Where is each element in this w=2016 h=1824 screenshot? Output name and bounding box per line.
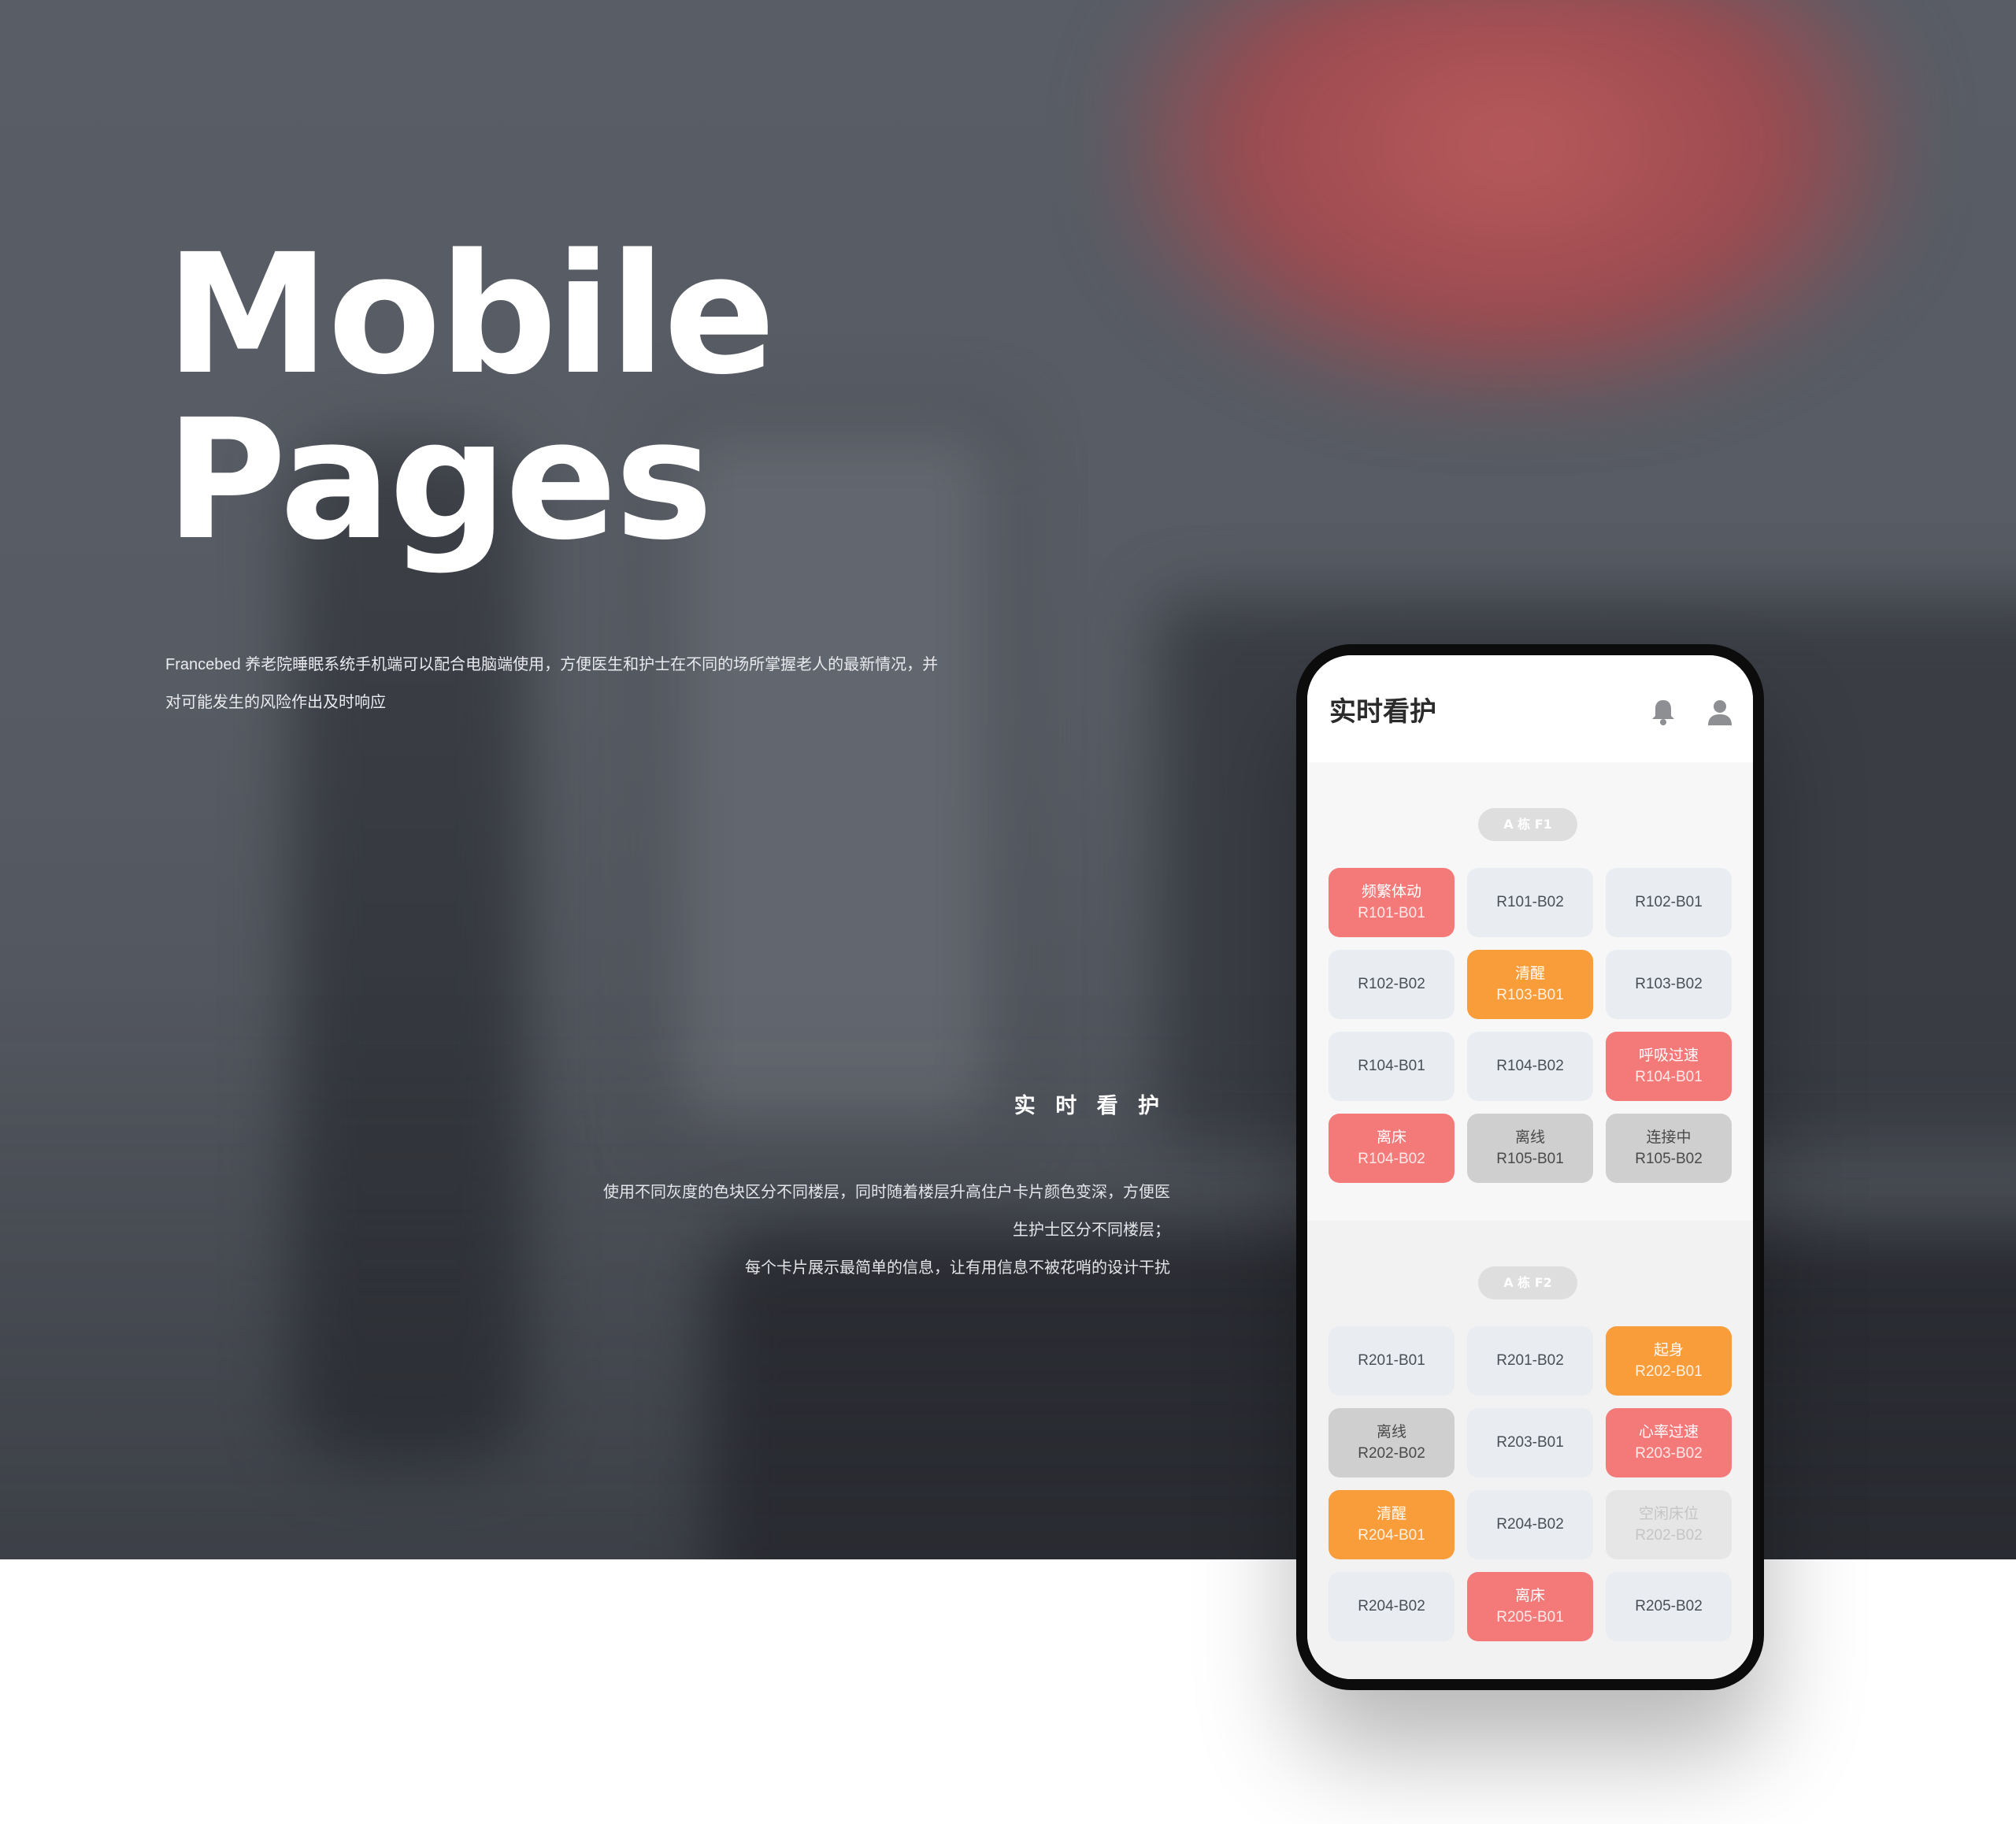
bed-id: R101-B02 [1496, 894, 1564, 910]
bed-grid: 频繁体动 R101-B01 R101-B02 R102-B01 R102-B02 清醒 R1… [1329, 868, 1732, 1183]
bed-card[interactable]: 频繁体动 R101-B01 [1329, 868, 1455, 937]
app-header: 实时看护 [1307, 655, 1753, 762]
bed-card[interactable]: 清醒 R204-B01 [1329, 1490, 1455, 1559]
bed-card[interactable]: 离床 R104-B02 [1329, 1114, 1455, 1183]
bed-card[interactable]: 离线 R202-B02 [1329, 1408, 1455, 1477]
intro-text: Francebed 养老院睡眠系统手机端可以配合电脑端使用，方便医生和护士在不同… [165, 646, 953, 721]
phone-mockup: 实时看护 A 栋 F1 频繁体动 R101-B01 R101-B02 R102-B01… [1296, 644, 1764, 1690]
user-icon[interactable] [1704, 696, 1736, 728]
feature-description: 使用不同灰度的色块区分不同楼层，同时随着楼层升高住户卡片颜色变深，方便医 生护士… [551, 1173, 1170, 1287]
bed-status: 起身 [1653, 1341, 1684, 1359]
bed-id: R103-B02 [1635, 976, 1703, 992]
bed-card[interactable]: 清醒 R103-B01 [1467, 950, 1593, 1019]
bed-id: R202-B02 [1635, 1527, 1703, 1544]
bed-id: R102-B02 [1358, 976, 1425, 992]
bed-id: R105-B01 [1496, 1151, 1564, 1167]
bed-id: R104-B02 [1496, 1058, 1564, 1074]
bed-status: 离线 [1376, 1423, 1406, 1440]
floor-section: A 栋 F2 R201-B01 R201-B02 起身 R202-B01 离线 R202-… [1307, 1221, 1753, 1679]
bed-card[interactable]: 离线 R105-B01 [1467, 1114, 1593, 1183]
bed-status: 清醒 [1376, 1505, 1406, 1522]
bed-id: R205-B02 [1635, 1598, 1703, 1615]
bed-status: 清醒 [1514, 965, 1545, 982]
bed-id: R203-B01 [1496, 1434, 1564, 1451]
hero-title: Mobile Pages [165, 218, 776, 576]
bed-id: R104-B01 [1635, 1069, 1703, 1085]
floor-label[interactable]: A 栋 F2 [1478, 1266, 1577, 1299]
floor-section: A 栋 F1 频繁体动 R101-B01 R101-B02 R102-B01 R102-… [1307, 762, 1753, 1221]
bed-id: R104-B02 [1358, 1151, 1425, 1167]
bed-card[interactable]: R101-B02 [1467, 868, 1593, 937]
bed-id: R105-B02 [1635, 1151, 1703, 1167]
floor-label[interactable]: A 栋 F1 [1478, 808, 1577, 841]
bed-grid: R201-B01 R201-B02 起身 R202-B01 离线 R202-B02 R203… [1329, 1326, 1732, 1641]
feature-desc-line: 每个卡片展示最简单的信息，让有用信息不被花哨的设计干扰 [745, 1259, 1170, 1277]
bed-id: R202-B02 [1358, 1445, 1425, 1462]
bed-status: 呼吸过速 [1638, 1047, 1699, 1064]
feature-desc-line: 使用不同灰度的色块区分不同楼层，同时随着楼层升高住户卡片颜色变深，方便医 [603, 1184, 1170, 1201]
bed-status: 空闲床位 [1638, 1505, 1699, 1522]
bed-status: 心率过速 [1638, 1423, 1699, 1440]
bed-card[interactable]: 连接中 R105-B02 [1606, 1114, 1732, 1183]
bed-card[interactable]: R104-B02 [1467, 1032, 1593, 1101]
bed-card[interactable]: R201-B01 [1329, 1326, 1455, 1396]
bed-card[interactable]: 呼吸过速 R104-B01 [1606, 1032, 1732, 1101]
feature-title: 实 时 看 护 [1014, 1094, 1166, 1118]
bed-id: R201-B01 [1358, 1352, 1425, 1369]
bell-icon[interactable] [1647, 696, 1679, 728]
bed-id: R103-B01 [1496, 987, 1564, 1003]
bed-id: R203-B02 [1635, 1445, 1703, 1462]
bed-status: 离线 [1514, 1129, 1545, 1146]
bed-id: R102-B01 [1635, 894, 1703, 910]
bed-card[interactable]: R204-B02 [1329, 1572, 1455, 1641]
page-title: 实时看护 [1329, 696, 1436, 728]
bed-card[interactable]: R104-B01 [1329, 1032, 1455, 1101]
bed-id: R205-B01 [1496, 1609, 1564, 1626]
bed-id: R201-B02 [1496, 1352, 1564, 1369]
intro-line: Francebed 养老院睡眠系统手机端可以配合电脑端使用，方便医生和护士在不同… [165, 656, 939, 673]
bed-id: R104-B01 [1358, 1058, 1425, 1074]
bed-card[interactable]: R203-B01 [1467, 1408, 1593, 1477]
bed-id: R204-B02 [1496, 1516, 1564, 1533]
bed-id: R202-B01 [1635, 1363, 1703, 1380]
bed-card[interactable]: 离床 R205-B01 [1467, 1572, 1593, 1641]
bed-id: R204-B02 [1358, 1598, 1425, 1615]
bed-card[interactable]: R201-B02 [1467, 1326, 1593, 1396]
bed-card[interactable]: R204-B02 [1467, 1490, 1593, 1559]
bed-card[interactable]: 起身 R202-B01 [1606, 1326, 1732, 1396]
bed-card[interactable]: R103-B02 [1606, 950, 1732, 1019]
bed-status: 离床 [1376, 1129, 1406, 1146]
bed-card[interactable]: R205-B02 [1606, 1572, 1732, 1641]
hero-title-line2: Pages [165, 384, 713, 576]
hero-title-line1: Mobile [165, 218, 776, 411]
feature-desc-line: 生护士区分不同楼层； [1013, 1222, 1170, 1239]
intro-line: 对可能发生的风险作出及时响应 [165, 694, 386, 711]
bed-id: R204-B01 [1358, 1527, 1425, 1544]
bed-card[interactable]: R102-B01 [1606, 868, 1732, 937]
bed-status: 频繁体动 [1361, 883, 1421, 900]
bed-card[interactable]: 空闲床位 R202-B02 [1606, 1490, 1732, 1559]
bed-status: 离床 [1514, 1587, 1545, 1604]
bed-card[interactable]: 心率过速 R203-B02 [1606, 1408, 1732, 1477]
bed-card[interactable]: R102-B02 [1329, 950, 1455, 1019]
bed-id: R101-B01 [1358, 905, 1425, 921]
game-controller-image [1110, 0, 1914, 410]
bed-status: 连接中 [1646, 1129, 1692, 1146]
